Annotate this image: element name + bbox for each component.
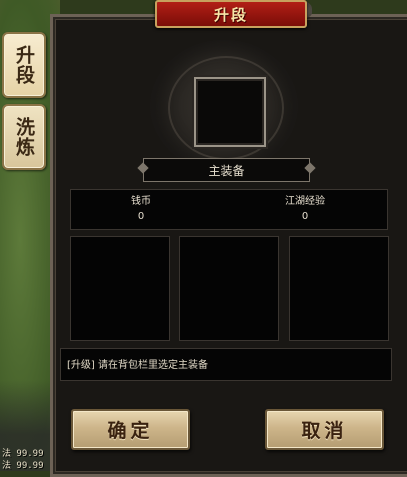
coin-stat: 钱币 0 [81, 194, 201, 224]
coin-label: 钱币 [131, 196, 151, 207]
material-slot-3[interactable] [289, 236, 389, 341]
tab-refine[interactable]: 洗炼 [2, 104, 46, 170]
player-stat-2: 法 99.99 [2, 461, 44, 471]
main-equipment-label-text: 主装备 [208, 163, 245, 178]
confirm-button[interactable]: 确定 [71, 409, 190, 450]
window-title: 升段 [155, 0, 307, 28]
material-slot-1[interactable] [70, 236, 170, 341]
cost-stats-box: 钱币 0 江湖经验 0 [70, 189, 388, 230]
experience-label: 江湖经验 [285, 196, 325, 207]
experience-value: 0 [301, 211, 309, 222]
hint-message: [升级] 请在背包栏里选定主装备 [60, 348, 392, 381]
main-equipment-slot[interactable] [194, 77, 266, 147]
main-equipment-label: 主装备 [137, 158, 316, 182]
material-slot-2[interactable] [179, 236, 279, 341]
coin-value: 0 [137, 211, 145, 222]
cancel-button[interactable]: 取消 [265, 409, 384, 450]
experience-stat: 江湖经验 0 [245, 194, 365, 224]
tab-upgrade[interactable]: 升段 [2, 32, 46, 98]
